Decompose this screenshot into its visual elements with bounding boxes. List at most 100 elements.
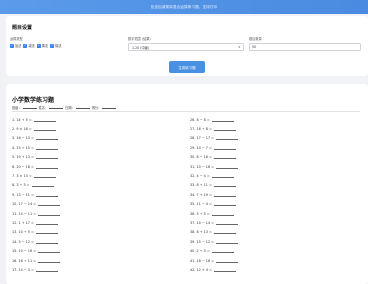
answer-blank	[213, 155, 236, 160]
answer-blank	[216, 240, 239, 244]
answer-blank	[213, 146, 236, 150]
question-item: 6. 20 − 18 =	[12, 162, 60, 171]
answer-blank	[35, 165, 58, 169]
question-text: 17. 14 − 3 =	[12, 267, 34, 272]
question-text: 8. 3 ÷ 3 =	[12, 183, 30, 188]
answer-blank	[213, 183, 236, 188]
question-item: 4. 15 ÷ 15 =	[12, 143, 60, 152]
question-text: 39. 15 − 12 =	[190, 239, 215, 244]
question-text: 11. 14 − 11 =	[12, 211, 37, 216]
question-text: 5. 19 + 13 =	[12, 155, 34, 160]
question-text: 42. 12 + 4 =	[190, 267, 212, 272]
range-select[interactable]: 1-20 (中级) ▾	[128, 43, 244, 51]
generate-button[interactable]: 生成练习题	[169, 61, 205, 73]
qty-label: 题目数量	[249, 37, 262, 41]
answer-blank	[35, 230, 58, 235]
question-text: 28. 17 − 17 =	[190, 136, 215, 141]
question-item: 1. 14 + 5 =	[12, 115, 60, 124]
question-item: 2. 9 × 16 =	[12, 124, 60, 133]
answer-blank	[213, 127, 236, 132]
op-subtract-checkbox[interactable]: ✓ 减法	[23, 43, 35, 48]
question-item: 17. 14 − 3 =	[12, 265, 60, 274]
answer-blank	[211, 174, 234, 179]
question-item: 12. 1 + 17 =	[12, 218, 60, 227]
check-icon: ✓	[23, 43, 28, 48]
question-item: 41. 18 − 18 =	[190, 256, 239, 265]
answer-blank	[38, 249, 61, 254]
question-text: 36. 5 ÷ 5 =	[190, 211, 210, 216]
worksheet-title: 小学数学练习题	[12, 97, 55, 104]
question-text: 15. 10 − 16 =	[12, 249, 37, 254]
question-item: 9. 13 − 11 =	[12, 190, 60, 199]
settings-card: 题目设置 运算类型 ✓ 加法 ✓ 减法 ✓ 乘法 ✓ 除法 数字范围 (结果) 1-20…	[6, 16, 368, 76]
chevron-down-icon: ▾	[238, 45, 240, 49]
settings-title: 题目设置	[12, 25, 33, 31]
question-item: 5. 19 + 13 =	[12, 153, 60, 162]
question-text: 4. 15 ÷ 15 =	[12, 145, 34, 150]
op-divide-checkbox[interactable]: ✓ 除法	[50, 43, 62, 48]
student-info-line: 班级： 姓名： 日期： 得分：	[12, 105, 117, 110]
operation-checkboxes: ✓ 加法 ✓ 减法 ✓ 乘法 ✓ 除法	[10, 43, 62, 48]
check-icon: ✓	[36, 43, 41, 48]
question-text: 2. 9 × 16 =	[12, 127, 32, 132]
question-item: 11. 14 − 11 =	[12, 209, 61, 218]
question-item: 27. 16 ÷ 8 =	[190, 124, 238, 133]
question-text: 41. 18 − 18 =	[190, 258, 215, 263]
answer-blank	[213, 268, 236, 272]
question-text: 26. 8 − 8 =	[190, 117, 210, 122]
question-text: 13. 10 ÷ 5 =	[12, 230, 34, 235]
question-text: 10. 17 − 14 =	[12, 202, 37, 207]
questions-right-column: 26. 8 − 8 = 27. 16 ÷ 8 = 28. 17 − 17 = 29. …	[190, 115, 239, 275]
question-text: 34. 7 + 19 =	[190, 192, 212, 197]
answer-blank	[33, 118, 56, 122]
question-text: 33. 8 + 11 =	[190, 183, 212, 188]
qty-input[interactable]: 50	[249, 43, 361, 51]
question-item: 7. 3 × 13 =	[12, 171, 60, 180]
answer-blank	[35, 146, 58, 150]
answer-blank	[216, 136, 239, 141]
answer-blank	[35, 155, 58, 160]
question-text: 3. 16 − 13 =	[12, 136, 34, 141]
answer-blank	[35, 240, 58, 244]
question-item: 34. 7 + 19 =	[190, 190, 238, 199]
question-text: 31. 10 − 16 =	[190, 164, 215, 169]
question-item: 15. 10 − 16 =	[12, 246, 61, 255]
question-text: 7. 3 × 13 =	[12, 174, 32, 179]
answer-blank	[211, 212, 234, 216]
answer-blank	[35, 268, 58, 272]
question-item: 32. 4 − 4 =	[190, 171, 238, 180]
answer-blank	[213, 230, 236, 235]
check-icon: ✓	[10, 43, 14, 48]
question-item: 10. 17 − 14 =	[12, 200, 61, 209]
question-item: 30. 8 − 16 =	[190, 153, 238, 162]
question-text: 35. 11 − 4 =	[190, 202, 212, 207]
question-item: 40. 2 ÷ 5 =	[190, 246, 238, 255]
question-item: 31. 10 − 16 =	[190, 162, 239, 171]
op-multiply-checkbox[interactable]: ✓ 乘法	[36, 43, 48, 48]
question-item: 35. 11 − 4 =	[190, 200, 238, 209]
answer-blank	[35, 221, 58, 225]
answer-blank	[38, 202, 61, 207]
question-item: 38. 8 + 13 =	[190, 228, 238, 237]
question-text: 37. 14 − 14 =	[190, 220, 215, 225]
answer-blank	[211, 118, 234, 122]
answer-blank	[33, 127, 56, 132]
question-item: 36. 5 ÷ 5 =	[190, 209, 238, 218]
question-item: 8. 3 ÷ 3 =	[12, 181, 60, 190]
answer-blank	[213, 193, 236, 197]
answer-blank	[33, 174, 56, 179]
question-text: 32. 4 − 4 =	[190, 174, 210, 179]
divider	[12, 111, 360, 112]
question-text: 14. 5 − 12 =	[12, 239, 34, 244]
question-text: 12. 1 + 17 =	[12, 220, 34, 225]
answer-blank	[216, 259, 239, 263]
answer-blank	[31, 183, 54, 188]
question-item: 13. 10 ÷ 5 =	[12, 228, 60, 237]
answer-blank	[216, 221, 239, 225]
question-item: 33. 8 + 11 =	[190, 181, 238, 190]
question-item: 42. 12 + 4 =	[190, 265, 238, 274]
question-item: 3. 16 − 13 =	[12, 134, 60, 143]
op-add-checkbox[interactable]: ✓ 加法	[10, 43, 21, 48]
question-text: 1. 14 + 5 =	[12, 117, 32, 122]
question-item: 28. 17 − 17 =	[190, 134, 239, 143]
